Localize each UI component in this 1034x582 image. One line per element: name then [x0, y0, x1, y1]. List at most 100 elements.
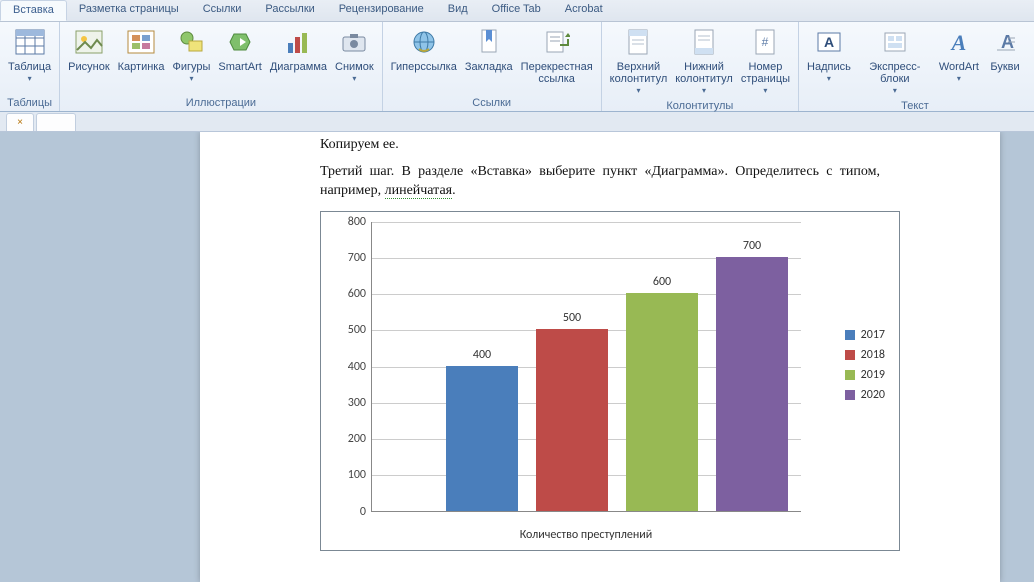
chevron-down-icon: ▾	[636, 85, 640, 97]
tab-insert[interactable]: Вставка	[0, 0, 67, 21]
btn-label: Таблица	[8, 61, 51, 73]
ribbon-tabs: Вставка Разметка страницы Ссылки Рассылк…	[0, 0, 1034, 22]
document-tab-blank[interactable]	[36, 113, 76, 131]
tab-view[interactable]: Вид	[436, 0, 480, 21]
wordart-icon: A	[943, 26, 975, 58]
svg-text:A: A	[950, 30, 967, 55]
group-tables: Таблица ▾ Таблицы	[0, 22, 60, 111]
tab-mailings[interactable]: Рассылки	[253, 0, 326, 21]
legend-swatch	[845, 370, 855, 380]
paragraph-2[interactable]: Третий шаг. В разделе «Вставка» выберите…	[320, 163, 880, 201]
btn-label: SmartArt	[218, 61, 261, 73]
chart-bar-label: 400	[446, 348, 518, 362]
btn-dropcap[interactable]: A Букви	[983, 24, 1027, 75]
btn-label: Рисунок	[68, 61, 110, 73]
btn-pagenumber[interactable]: # Номер страницы ▾	[737, 24, 794, 99]
tab-acrobat[interactable]: Acrobat	[553, 0, 615, 21]
close-icon: ×	[17, 117, 23, 128]
document-page[interactable]: Копируем ее. Третий шаг. В разделе «Вста…	[200, 132, 1000, 582]
tab-references[interactable]: Ссылки	[191, 0, 254, 21]
paragraph-1[interactable]: Копируем ее.	[320, 136, 880, 155]
btn-smartart[interactable]: SmartArt	[214, 24, 265, 75]
legend-label: 2017	[861, 328, 885, 342]
btn-table[interactable]: Таблица ▾	[4, 24, 55, 87]
btn-picture[interactable]: Рисунок	[64, 24, 114, 75]
btn-hyperlink[interactable]: Гиперссылка	[387, 24, 461, 75]
chart-bar-label: 500	[536, 311, 608, 325]
chart-bar: 700	[716, 257, 788, 511]
smartart-icon	[224, 26, 256, 58]
quickparts-icon	[879, 26, 911, 58]
legend-swatch	[845, 330, 855, 340]
btn-label: Фигуры	[172, 61, 210, 73]
chart-ytick: 600	[338, 287, 372, 301]
btn-footer[interactable]: Нижний колонтитул ▾	[671, 24, 737, 99]
group-title: Таблицы	[4, 96, 55, 111]
table-icon	[14, 26, 46, 58]
chevron-down-icon: ▾	[893, 85, 897, 97]
tab-review[interactable]: Рецензирование	[327, 0, 436, 21]
clipart-icon	[125, 26, 157, 58]
chart-legend-item: 2019	[845, 368, 885, 382]
chevron-down-icon: ▾	[763, 85, 767, 97]
chart-ytick: 200	[338, 432, 372, 446]
btn-bookmark[interactable]: Закладка	[461, 24, 517, 75]
chart-legend: 2017 2018 2019 2020	[845, 322, 885, 408]
document-tab-close[interactable]: ×	[6, 113, 34, 131]
chart-legend-item: 2018	[845, 348, 885, 362]
chart-ytick: 700	[338, 251, 372, 265]
chart-ytick: 800	[338, 215, 372, 229]
tab-office-tab[interactable]: Office Tab	[480, 0, 553, 21]
btn-label: Гиперссылка	[391, 61, 457, 73]
svg-text:#: #	[762, 35, 769, 49]
btn-label: Верхний колонтитул	[610, 61, 668, 85]
legend-label: 2018	[861, 348, 885, 362]
btn-header[interactable]: Верхний колонтитул ▾	[606, 24, 672, 99]
btn-chart[interactable]: Диаграмма	[266, 24, 331, 75]
btn-screenshot[interactable]: Снимок ▾	[331, 24, 378, 87]
header-icon	[622, 26, 654, 58]
btn-label: Закладка	[465, 61, 513, 73]
crossref-icon	[541, 26, 573, 58]
legend-label: 2020	[861, 388, 885, 402]
chart-bar: 400	[446, 366, 518, 511]
document-area[interactable]: Копируем ее. Третий шаг. В разделе «Вста…	[0, 132, 1034, 582]
btn-label: Картинка	[118, 61, 165, 73]
btn-label: Снимок	[335, 61, 374, 73]
group-text: A Надпись ▾ Экспресс-блоки ▾ A WordArt ▾…	[799, 22, 1031, 111]
btn-label: Номер страницы	[741, 61, 790, 85]
chart-ytick: 400	[338, 360, 372, 374]
textbox-icon: A	[813, 26, 845, 58]
btn-wordart[interactable]: A WordArt ▾	[935, 24, 983, 87]
btn-crossref[interactable]: Перекрестная ссылка	[517, 24, 597, 87]
group-title: Текст	[803, 99, 1027, 114]
chevron-down-icon: ▾	[189, 73, 193, 85]
chevron-down-icon: ▾	[957, 73, 961, 85]
group-headerfooter: Верхний колонтитул ▾ Нижний колонтитул ▾…	[602, 22, 799, 111]
btn-label: WordArt	[939, 61, 979, 73]
btn-label: Перекрестная ссылка	[521, 61, 593, 85]
group-links: Гиперссылка Закладка Перекрестная ссылка…	[383, 22, 602, 111]
btn-textbox[interactable]: A Надпись ▾	[803, 24, 855, 87]
hyperlink-icon	[408, 26, 440, 58]
btn-quickparts[interactable]: Экспресс-блоки ▾	[855, 24, 935, 99]
btn-clipart[interactable]: Картинка	[114, 24, 169, 75]
btn-shapes[interactable]: Фигуры ▾	[168, 24, 214, 87]
group-illustrations: Рисунок Картинка Фигуры ▾ SmartArt Диагр…	[60, 22, 383, 111]
btn-label: Букви	[990, 61, 1019, 73]
chart-bar: 600	[626, 293, 698, 511]
paragraph-2-underlined: линейчатая	[385, 183, 453, 199]
footer-icon	[688, 26, 720, 58]
tab-page-layout[interactable]: Разметка страницы	[67, 0, 191, 21]
dropcap-icon: A	[989, 26, 1021, 58]
chart-object[interactable]: 0100200300400500600700800400500600700 20…	[320, 211, 900, 551]
paragraph-2b: .	[452, 183, 456, 198]
btn-label: Диаграмма	[270, 61, 327, 73]
chart-bar: 500	[536, 329, 608, 510]
legend-swatch	[845, 390, 855, 400]
chart-xaxis-title: Количество преступлений	[371, 528, 801, 542]
svg-text:A: A	[824, 34, 834, 50]
chevron-down-icon: ▾	[28, 73, 32, 85]
chart-bar-label: 600	[626, 275, 698, 289]
group-title: Колонтитулы	[606, 99, 794, 114]
